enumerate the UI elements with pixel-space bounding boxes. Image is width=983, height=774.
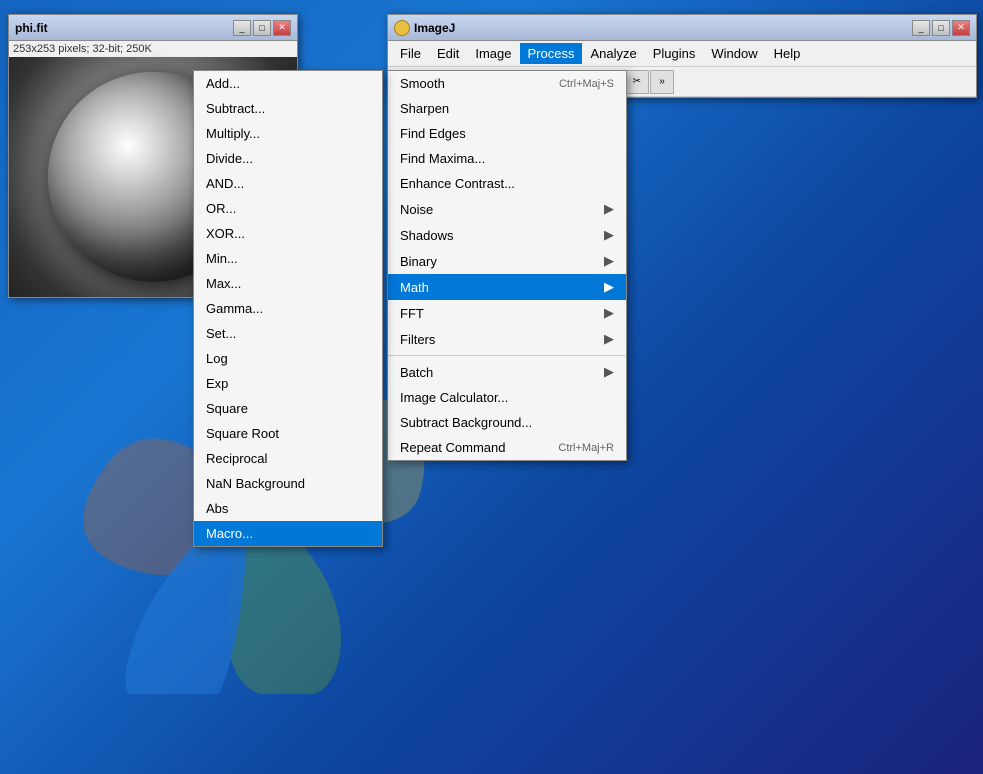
process-menu-sharpen[interactable]: Sharpen xyxy=(388,96,626,121)
process-menu-math[interactable]: Math ▶ xyxy=(388,274,626,300)
process-menu-find-maxima[interactable]: Find Maxima... xyxy=(388,146,626,171)
process-subtract-bg-label: Subtract Background... xyxy=(400,415,532,430)
process-menu-batch[interactable]: Batch ▶ xyxy=(388,359,626,385)
imagej-titlebar: ImageJ _ □ ✕ xyxy=(388,15,976,41)
process-binary-arrow: ▶ xyxy=(604,253,614,269)
math-xor[interactable]: XOR... xyxy=(194,221,382,246)
process-noise-label: Noise xyxy=(400,202,433,217)
process-shadows-arrow: ▶ xyxy=(604,227,614,243)
math-subtract[interactable]: Subtract... xyxy=(194,96,382,121)
process-sharpen-label: Sharpen xyxy=(400,101,449,116)
process-separator-1 xyxy=(388,355,626,356)
process-shadows-label: Shadows xyxy=(400,228,453,243)
process-menu-filters[interactable]: Filters ▶ xyxy=(388,326,626,352)
imagej-window-controls: _ □ ✕ xyxy=(912,20,970,36)
imagej-maximize-button[interactable]: □ xyxy=(932,20,950,36)
phi-minimize-button[interactable]: _ xyxy=(233,20,251,36)
process-menu-fft[interactable]: FFT ▶ xyxy=(388,300,626,326)
menu-edit[interactable]: Edit xyxy=(429,43,467,64)
process-find-maxima-label: Find Maxima... xyxy=(400,151,485,166)
process-math-label: Math xyxy=(400,280,429,295)
menu-process[interactable]: Process xyxy=(520,43,583,64)
menu-image[interactable]: Image xyxy=(467,43,519,64)
math-macro[interactable]: Macro... xyxy=(194,521,382,546)
phi-title: phi.fit xyxy=(15,21,48,35)
process-dropdown-menu: Smooth Ctrl+Maj+S Sharpen Find Edges Fin… xyxy=(387,70,627,461)
phi-maximize-button[interactable]: □ xyxy=(253,20,271,36)
process-repeat-shortcut: Ctrl+Maj+R xyxy=(558,442,614,454)
process-menu-enhance-contrast[interactable]: Enhance Contrast... xyxy=(388,171,626,196)
process-repeat-command-label: Repeat Command xyxy=(400,440,506,455)
imagej-app-icon xyxy=(394,20,410,36)
imagej-title-text: ImageJ xyxy=(414,21,455,35)
math-square-root[interactable]: Square Root xyxy=(194,421,382,446)
math-gamma[interactable]: Gamma... xyxy=(194,296,382,321)
math-min[interactable]: Min... xyxy=(194,246,382,271)
process-menu-image-calculator[interactable]: Image Calculator... xyxy=(388,385,626,410)
process-filters-label: Filters xyxy=(400,332,435,347)
phi-close-button[interactable]: ✕ xyxy=(273,20,291,36)
process-fft-arrow: ▶ xyxy=(604,305,614,321)
math-abs[interactable]: Abs xyxy=(194,496,382,521)
imagej-title-area: ImageJ xyxy=(394,20,455,36)
process-image-calculator-label: Image Calculator... xyxy=(400,390,508,405)
process-enhance-contrast-label: Enhance Contrast... xyxy=(400,176,515,191)
math-square[interactable]: Square xyxy=(194,396,382,421)
menu-analyze[interactable]: Analyze xyxy=(582,43,644,64)
math-log[interactable]: Log xyxy=(194,346,382,371)
imagej-minimize-button[interactable]: _ xyxy=(912,20,930,36)
process-fft-label: FFT xyxy=(400,306,424,321)
tool-more[interactable]: » xyxy=(650,70,674,94)
process-batch-label: Batch xyxy=(400,365,433,380)
phi-titlebar: phi.fit _ □ ✕ xyxy=(9,15,297,41)
process-find-edges-label: Find Edges xyxy=(400,126,466,141)
menu-help[interactable]: Help xyxy=(766,43,809,64)
process-menu-smooth[interactable]: Smooth Ctrl+Maj+S xyxy=(388,71,626,96)
math-divide[interactable]: Divide... xyxy=(194,146,382,171)
process-smooth-label: Smooth xyxy=(400,76,445,91)
menu-file[interactable]: File xyxy=(392,43,429,64)
imagej-menubar: File Edit Image Process Analyze Plugins … xyxy=(388,41,976,67)
math-submenu: Add... Subtract... Multiply... Divide...… xyxy=(193,70,383,547)
process-menu-find-edges[interactable]: Find Edges xyxy=(388,121,626,146)
process-math-arrow: ▶ xyxy=(604,279,614,295)
menu-plugins[interactable]: Plugins xyxy=(645,43,704,64)
math-max[interactable]: Max... xyxy=(194,271,382,296)
math-add[interactable]: Add... xyxy=(194,71,382,96)
process-menu-subtract-bg[interactable]: Subtract Background... xyxy=(388,410,626,435)
math-multiply[interactable]: Multiply... xyxy=(194,121,382,146)
process-batch-arrow: ▶ xyxy=(604,364,614,380)
math-exp[interactable]: Exp xyxy=(194,371,382,396)
math-reciprocal[interactable]: Reciprocal xyxy=(194,446,382,471)
math-nan-background[interactable]: NaN Background xyxy=(194,471,382,496)
phi-image-info: 253x253 pixels; 32-bit; 250K xyxy=(9,41,297,57)
imagej-close-button[interactable]: ✕ xyxy=(952,20,970,36)
tool-scissors[interactable]: ✂ xyxy=(625,70,649,94)
math-set[interactable]: Set... xyxy=(194,321,382,346)
process-filters-arrow: ▶ xyxy=(604,331,614,347)
process-binary-label: Binary xyxy=(400,254,437,269)
process-menu-binary[interactable]: Binary ▶ xyxy=(388,248,626,274)
math-and[interactable]: AND... xyxy=(194,171,382,196)
math-or[interactable]: OR... xyxy=(194,196,382,221)
menu-window[interactable]: Window xyxy=(703,43,765,64)
phi-window-controls: _ □ ✕ xyxy=(233,20,291,36)
process-menu-noise[interactable]: Noise ▶ xyxy=(388,196,626,222)
process-noise-arrow: ▶ xyxy=(604,201,614,217)
process-smooth-shortcut: Ctrl+Maj+S xyxy=(559,78,614,90)
process-menu-shadows[interactable]: Shadows ▶ xyxy=(388,222,626,248)
process-menu-repeat-command[interactable]: Repeat Command Ctrl+Maj+R xyxy=(388,435,626,460)
